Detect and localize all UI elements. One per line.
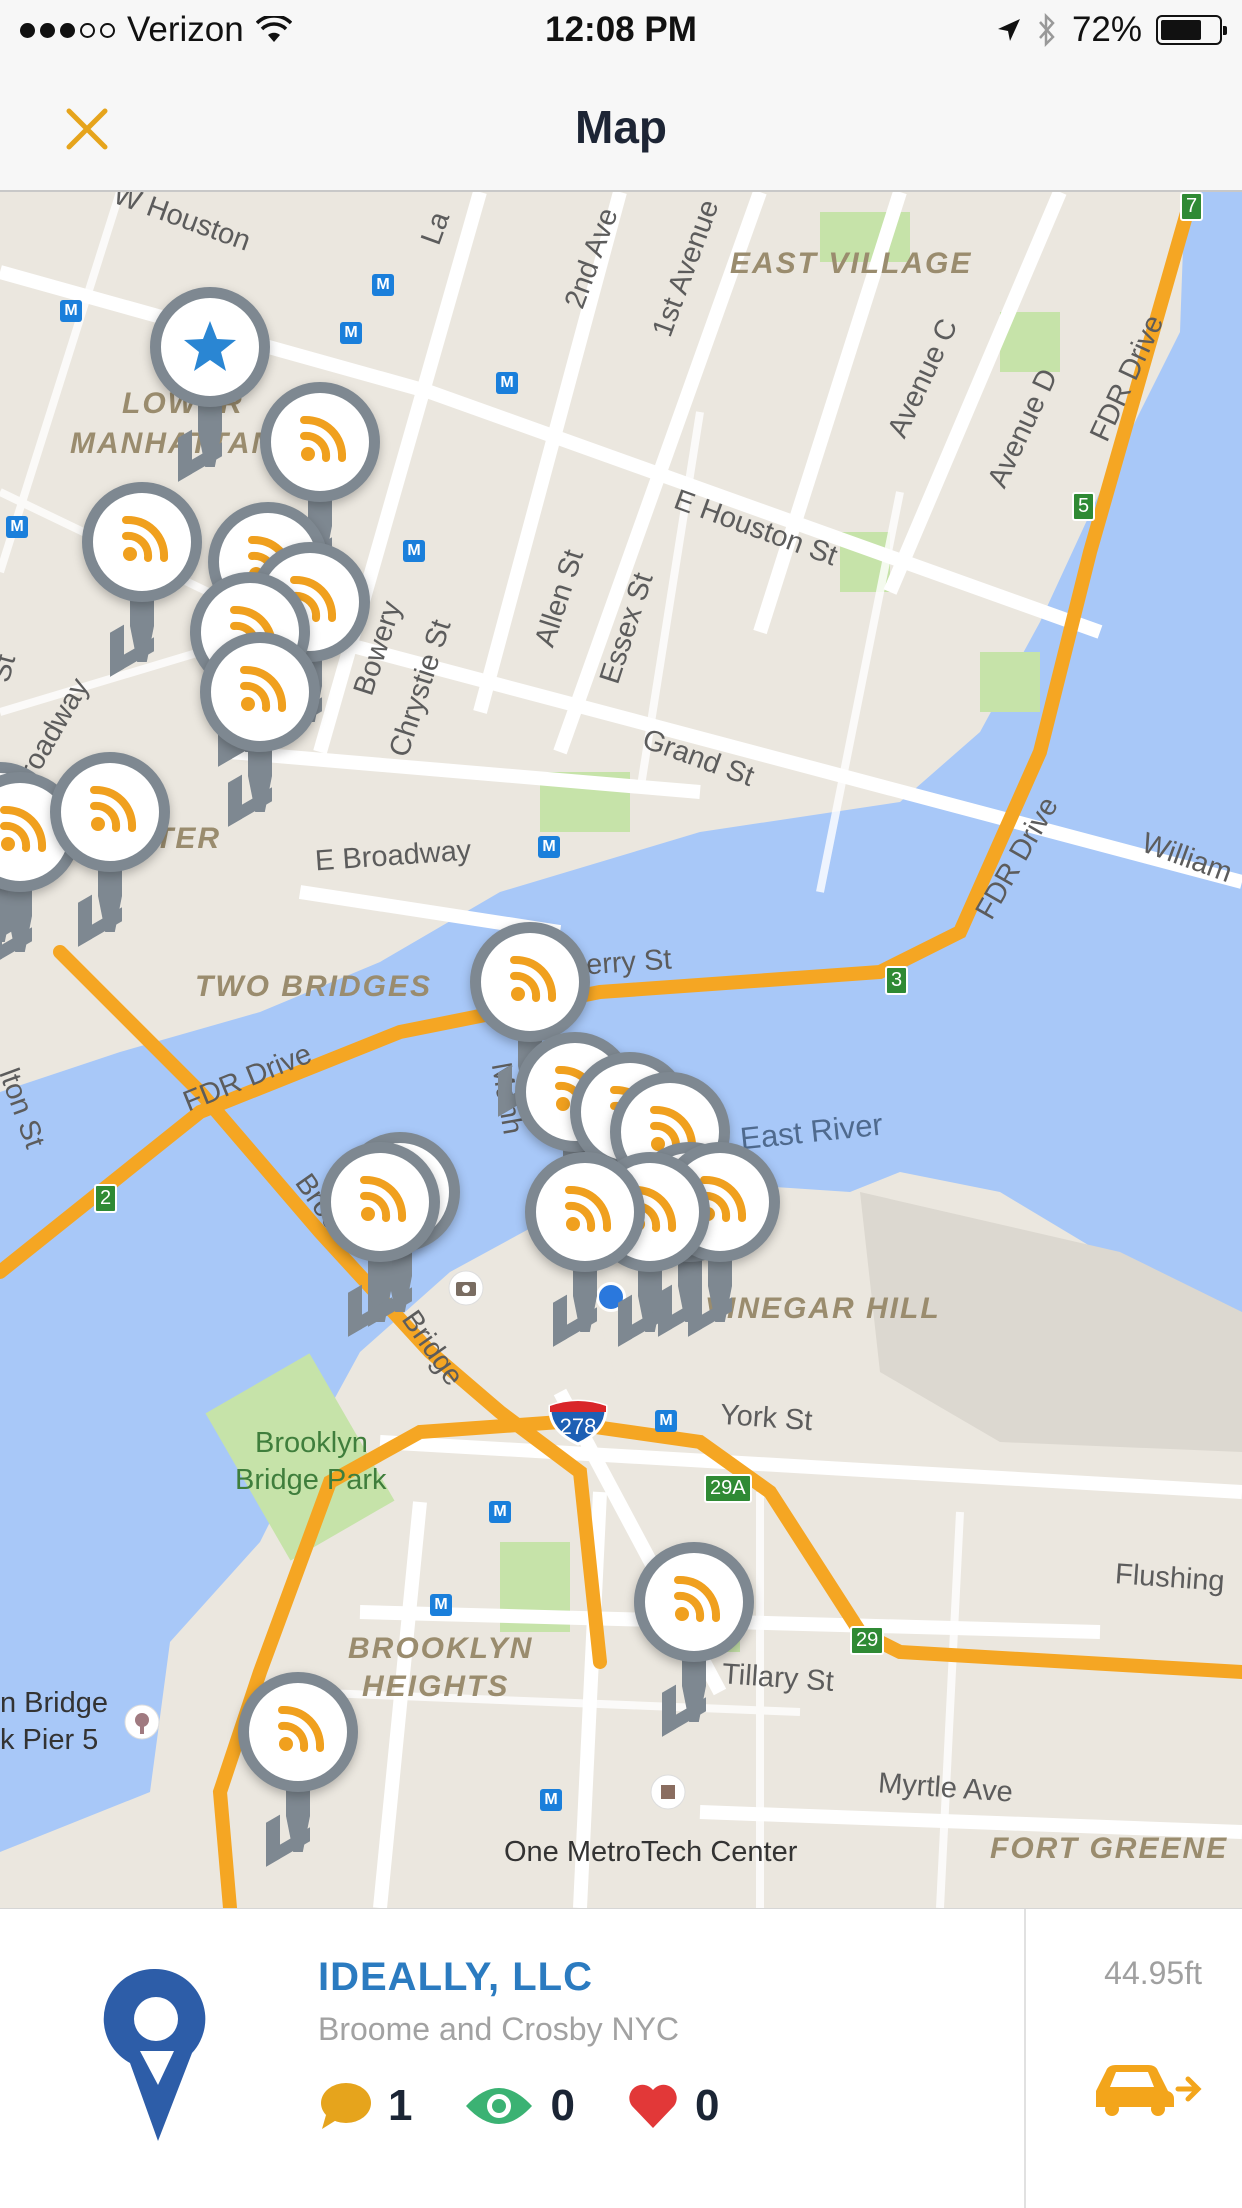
page-title: Map <box>575 101 667 153</box>
place-address: Broome and Crosby NYC <box>318 2011 680 2047</box>
comment-icon <box>321 2083 371 2129</box>
wifi-signal-pin-icon <box>525 1152 645 1272</box>
wifi-signal-pin-marker[interactable] <box>82 482 202 682</box>
metro-icon[interactable]: M <box>6 516 28 538</box>
neighborhood-label: BROOKLYN <box>348 1632 534 1665</box>
eye-icon <box>466 2088 533 2124</box>
wifi-signal-pin-icon <box>50 752 170 872</box>
poi-label: One MetroTech Center <box>504 1836 798 1868</box>
star-pin-marker[interactable] <box>150 287 270 487</box>
battery-percent: 72% <box>1071 10 1142 49</box>
wifi-signal-pin-marker[interactable] <box>525 1152 645 1352</box>
route-shield: 2 <box>94 1184 118 1213</box>
poi-label: n Bridge <box>0 1687 109 1719</box>
battery-icon <box>1156 15 1227 45</box>
status-bar: Verizon 12:08 PM 72% <box>0 0 1242 62</box>
route-shield: 3 <box>885 966 909 995</box>
metro-icon[interactable]: M <box>340 322 362 344</box>
route-shield: 5 <box>1072 492 1096 521</box>
metro-icon[interactable]: M <box>403 540 425 562</box>
location-arrow-icon <box>997 19 1020 41</box>
distance-label: 44.95ft <box>1104 1955 1202 1991</box>
place-name[interactable]: IDEALLY, LLC <box>318 1955 593 2000</box>
interstate-number: 278 <box>560 1414 597 1439</box>
heart-icon <box>629 2084 677 2128</box>
wifi-signal-pin-icon <box>634 1542 754 1662</box>
likes-count: 0 <box>694 2081 720 2130</box>
car-arrow-icon[interactable] <box>1090 2059 1202 2119</box>
wifi-signal-pin-icon <box>82 482 202 602</box>
wifi-signal-pin-marker[interactable] <box>320 1142 440 1342</box>
neighborhood-label: EAST VILLAGE <box>730 247 973 280</box>
wifi-signal-pin-icon <box>200 632 320 752</box>
star-pin-icon <box>150 287 270 407</box>
pin-hook <box>0 897 32 967</box>
metro-icon[interactable]: M <box>538 836 560 858</box>
park-area <box>980 652 1040 712</box>
interstate-shield: 278 <box>546 1398 610 1446</box>
route-shield: 29 <box>850 1626 885 1655</box>
metro-icon[interactable]: M <box>540 1789 562 1811</box>
wifi-signal-pin-marker[interactable] <box>634 1542 754 1742</box>
nav-bar: Map <box>0 62 1242 192</box>
building-icon[interactable] <box>650 1774 686 1810</box>
neighborhood-label: HEIGHTS <box>362 1670 510 1703</box>
location-card[interactable]: IDEALLY, LLC Broome and Crosby NYC 1 0 0… <box>0 1908 1242 2208</box>
neighborhood-label: TWO BRIDGES <box>195 970 432 1003</box>
route-shield: 7 <box>1180 192 1204 221</box>
wifi-signal-pin-icon <box>470 922 590 1042</box>
card-divider <box>1024 1909 1026 2208</box>
comments-stat[interactable]: 1 <box>318 2081 412 2131</box>
wifi-signal-pin-icon <box>238 1672 358 1792</box>
park-label: Bridge Park <box>235 1464 387 1496</box>
wifi-signal-pin-marker[interactable] <box>50 752 170 952</box>
screen: Verizon 12:08 PM 72% Map W Houston La 2n… <box>0 0 1242 2208</box>
route-shield: 29A <box>704 1474 752 1503</box>
metro-icon[interactable]: M <box>372 274 394 296</box>
likes-stat[interactable]: 0 <box>627 2081 719 2131</box>
metro-icon[interactable]: M <box>655 1410 677 1432</box>
street-label: York St <box>719 1398 814 1438</box>
wifi-signal-pin-icon <box>260 382 380 502</box>
views-count: 0 <box>550 2081 575 2130</box>
metro-icon[interactable]: M <box>496 372 518 394</box>
wifi-signal-pin-marker[interactable] <box>238 1672 358 1872</box>
landmark-icon[interactable] <box>124 1704 160 1740</box>
location-logo-icon <box>103 1968 206 2141</box>
bluetooth-icon <box>1038 13 1055 47</box>
map-view[interactable]: W Houston La 2nd Ave 1st Avenue Avenue C… <box>0 192 1242 1908</box>
metro-icon[interactable]: M <box>430 1594 452 1616</box>
park-label: Brooklyn <box>255 1427 368 1459</box>
metro-icon[interactable]: M <box>489 1501 511 1523</box>
wifi-signal-pin-marker[interactable] <box>200 632 320 832</box>
comments-count: 1 <box>388 2081 413 2130</box>
views-stat[interactable]: 0 <box>464 2081 575 2131</box>
wifi-signal-pin-icon <box>320 1142 440 1262</box>
metro-icon[interactable]: M <box>60 300 82 322</box>
poi-label: k Pier 5 <box>0 1724 99 1756</box>
neighborhood-label: FORT GREENE <box>990 1832 1229 1865</box>
place-stats: 1 0 0 <box>318 2081 719 2131</box>
status-right: 72% <box>996 10 1227 50</box>
